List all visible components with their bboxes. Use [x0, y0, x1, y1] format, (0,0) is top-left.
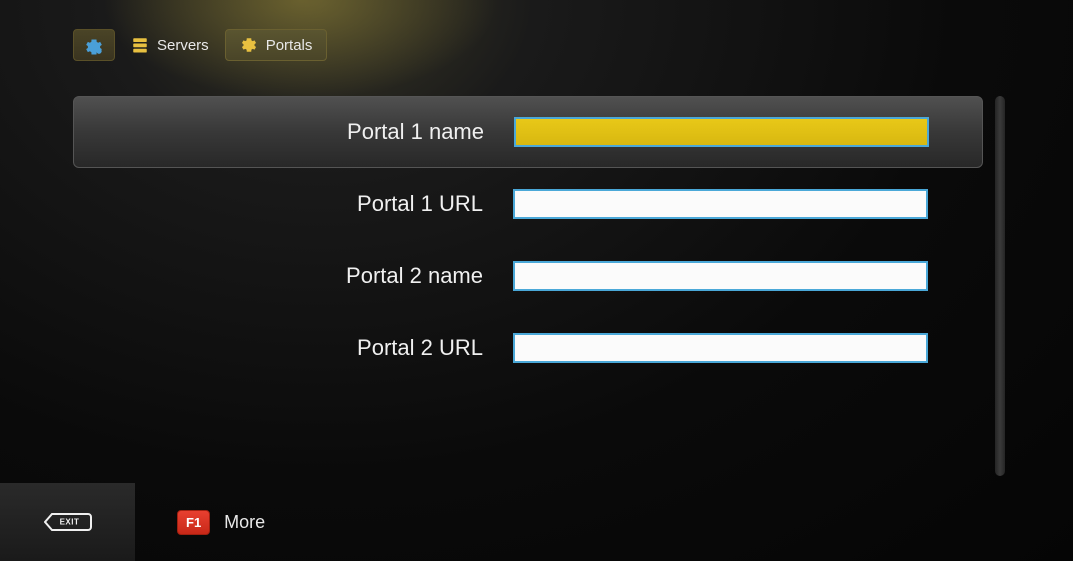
form-row-portal2-url: Portal 2 URL: [73, 312, 983, 384]
tab-portals-label: Portals: [266, 37, 313, 54]
f1-label: More: [224, 512, 265, 533]
label-portal1-name: Portal 1 name: [94, 119, 514, 145]
portal-gear-icon: [240, 36, 258, 54]
exit-icon: EXIT: [44, 510, 92, 534]
label-portal2-url: Portal 2 URL: [93, 335, 513, 361]
tabs-bar: Servers Portals: [73, 29, 327, 61]
tab-settings[interactable]: [73, 29, 115, 61]
tab-servers[interactable]: Servers: [117, 29, 223, 61]
input-portal1-name[interactable]: [514, 117, 929, 147]
label-portal1-url: Portal 1 URL: [93, 191, 513, 217]
form-area: Portal 1 name Portal 1 URL Portal 2 name…: [73, 96, 983, 384]
input-portal2-name[interactable]: [513, 261, 928, 291]
tab-servers-label: Servers: [157, 37, 209, 54]
form-row-portal1-url: Portal 1 URL: [73, 168, 983, 240]
exit-button[interactable]: EXIT: [0, 483, 135, 561]
bottom-bar: EXIT F1 More: [0, 483, 1073, 561]
server-icon: [131, 36, 149, 54]
form-row-portal1-name: Portal 1 name: [73, 96, 983, 168]
scrollbar[interactable]: [995, 96, 1005, 476]
f1-area[interactable]: F1 More: [177, 510, 265, 535]
label-portal2-name: Portal 2 name: [93, 263, 513, 289]
f1-badge: F1: [177, 510, 210, 535]
exit-label: EXIT: [60, 518, 80, 527]
input-portal1-url[interactable]: [513, 189, 928, 219]
gear-icon: [84, 37, 104, 53]
tab-portals[interactable]: Portals: [225, 29, 328, 61]
form-row-portal2-name: Portal 2 name: [73, 240, 983, 312]
input-portal2-url[interactable]: [513, 333, 928, 363]
